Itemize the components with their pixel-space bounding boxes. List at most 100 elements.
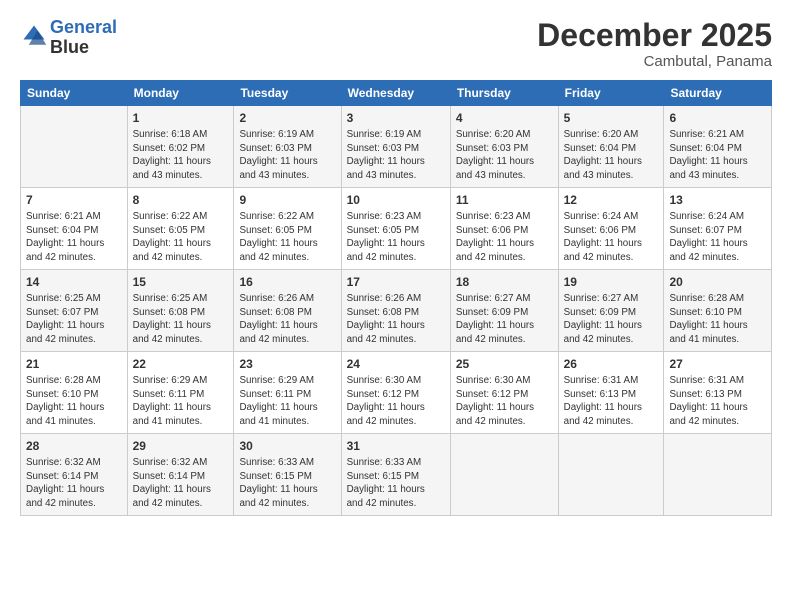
day-info: Sunrise: 6:27 AMSunset: 6:09 PMDaylight:… (456, 292, 553, 346)
day-info: Sunrise: 6:18 AMSunset: 6:02 PMDaylight:… (133, 128, 229, 182)
day-info: Sunrise: 6:24 AMSunset: 6:06 PMDaylight:… (564, 210, 659, 264)
day-info: Sunrise: 6:23 AMSunset: 6:06 PMDaylight:… (456, 210, 553, 264)
day-number: 9 (239, 192, 335, 209)
day-cell: 2Sunrise: 6:19 AMSunset: 6:03 PMDaylight… (234, 106, 341, 188)
week-row-2: 7Sunrise: 6:21 AMSunset: 6:04 PMDaylight… (21, 188, 772, 270)
header: General Blue December 2025 Cambutal, Pan… (20, 18, 772, 70)
day-info: Sunrise: 6:32 AMSunset: 6:14 PMDaylight:… (133, 456, 229, 510)
day-number: 30 (239, 438, 335, 455)
day-info: Sunrise: 6:22 AMSunset: 6:05 PMDaylight:… (133, 210, 229, 264)
day-info: Sunrise: 6:19 AMSunset: 6:03 PMDaylight:… (239, 128, 335, 182)
day-cell: 29Sunrise: 6:32 AMSunset: 6:14 PMDayligh… (127, 434, 234, 516)
day-cell (558, 434, 664, 516)
page: General Blue December 2025 Cambutal, Pan… (0, 0, 792, 612)
month-title: December 2025 (537, 18, 772, 53)
day-number: 16 (239, 274, 335, 291)
day-cell (21, 106, 128, 188)
day-cell (664, 434, 772, 516)
day-number: 8 (133, 192, 229, 209)
day-number: 28 (26, 438, 122, 455)
day-info: Sunrise: 6:31 AMSunset: 6:13 PMDaylight:… (669, 374, 766, 428)
day-info: Sunrise: 6:30 AMSunset: 6:12 PMDaylight:… (456, 374, 553, 428)
header-day-sunday: Sunday (21, 81, 128, 106)
day-number: 25 (456, 356, 553, 373)
day-cell: 28Sunrise: 6:32 AMSunset: 6:14 PMDayligh… (21, 434, 128, 516)
day-info: Sunrise: 6:29 AMSunset: 6:11 PMDaylight:… (133, 374, 229, 428)
subtitle: Cambutal, Panama (537, 53, 772, 70)
day-number: 6 (669, 110, 766, 127)
day-cell: 30Sunrise: 6:33 AMSunset: 6:15 PMDayligh… (234, 434, 341, 516)
week-row-1: 1Sunrise: 6:18 AMSunset: 6:02 PMDaylight… (21, 106, 772, 188)
day-cell: 16Sunrise: 6:26 AMSunset: 6:08 PMDayligh… (234, 270, 341, 352)
header-day-thursday: Thursday (450, 81, 558, 106)
day-cell: 5Sunrise: 6:20 AMSunset: 6:04 PMDaylight… (558, 106, 664, 188)
day-info: Sunrise: 6:28 AMSunset: 6:10 PMDaylight:… (669, 292, 766, 346)
day-cell: 31Sunrise: 6:33 AMSunset: 6:15 PMDayligh… (341, 434, 450, 516)
header-day-saturday: Saturday (664, 81, 772, 106)
day-cell: 14Sunrise: 6:25 AMSunset: 6:07 PMDayligh… (21, 270, 128, 352)
day-cell: 27Sunrise: 6:31 AMSunset: 6:13 PMDayligh… (664, 352, 772, 434)
day-number: 21 (26, 356, 122, 373)
day-cell: 26Sunrise: 6:31 AMSunset: 6:13 PMDayligh… (558, 352, 664, 434)
day-info: Sunrise: 6:27 AMSunset: 6:09 PMDaylight:… (564, 292, 659, 346)
day-number: 1 (133, 110, 229, 127)
day-cell: 17Sunrise: 6:26 AMSunset: 6:08 PMDayligh… (341, 270, 450, 352)
header-day-monday: Monday (127, 81, 234, 106)
day-number: 24 (347, 356, 445, 373)
day-info: Sunrise: 6:26 AMSunset: 6:08 PMDaylight:… (347, 292, 445, 346)
day-number: 18 (456, 274, 553, 291)
day-cell: 12Sunrise: 6:24 AMSunset: 6:06 PMDayligh… (558, 188, 664, 270)
day-info: Sunrise: 6:31 AMSunset: 6:13 PMDaylight:… (564, 374, 659, 428)
day-cell (450, 434, 558, 516)
day-info: Sunrise: 6:20 AMSunset: 6:04 PMDaylight:… (564, 128, 659, 182)
day-info: Sunrise: 6:29 AMSunset: 6:11 PMDaylight:… (239, 374, 335, 428)
day-number: 17 (347, 274, 445, 291)
day-cell: 15Sunrise: 6:25 AMSunset: 6:08 PMDayligh… (127, 270, 234, 352)
day-number: 23 (239, 356, 335, 373)
day-number: 31 (347, 438, 445, 455)
week-row-5: 28 Sunrise: 6:32 AMSunset: 6:14 PMDayligh… (21, 434, 772, 516)
day-cell: 21Sunrise: 6:28 AMSunset: 6:10 PMDayligh… (21, 352, 128, 434)
day-number: 10 (347, 192, 445, 209)
day-cell: 18Sunrise: 6:27 AMSunset: 6:09 PMDayligh… (450, 270, 558, 352)
day-number: 2 (239, 110, 335, 127)
day-info: Sunrise: 6:19 AMSunset: 6:03 PMDaylight:… (347, 128, 445, 182)
day-number: 3 (347, 110, 445, 127)
day-cell: 24Sunrise: 6:30 AMSunset: 6:12 PMDayligh… (341, 352, 450, 434)
day-info: Sunrise: 6:26 AMSunset: 6:08 PMDaylight:… (239, 292, 335, 346)
day-cell: 22Sunrise: 6:29 AMSunset: 6:11 PMDayligh… (127, 352, 234, 434)
logo: General Blue (20, 18, 117, 58)
day-number: 5 (564, 110, 659, 127)
day-number: 26 (564, 356, 659, 373)
day-info: Sunrise: 6:30 AMSunset: 6:12 PMDaylight:… (347, 374, 445, 428)
header-day-tuesday: Tuesday (234, 81, 341, 106)
header-day-wednesday: Wednesday (341, 81, 450, 106)
title-block: December 2025 Cambutal, Panama (537, 18, 772, 70)
header-row: SundayMondayTuesdayWednesdayThursdayFrid… (21, 81, 772, 106)
day-info: Sunrise: 6:23 AMSunset: 6:05 PMDaylight:… (347, 210, 445, 264)
day-number: 27 (669, 356, 766, 373)
day-cell: 6Sunrise: 6:21 AMSunset: 6:04 PMDaylight… (664, 106, 772, 188)
day-info: Sunrise: 6:21 AMSunset: 6:04 PMDaylight:… (669, 128, 766, 182)
day-number: 14 (26, 274, 122, 291)
logo-line2: Blue (50, 38, 117, 58)
day-number: 19 (564, 274, 659, 291)
day-cell: 7Sunrise: 6:21 AMSunset: 6:04 PMDaylight… (21, 188, 128, 270)
day-info: Sunrise: 6:20 AMSunset: 6:03 PMDaylight:… (456, 128, 553, 182)
day-info: Sunrise: 6:21 AMSunset: 6:04 PMDaylight:… (26, 210, 122, 264)
day-cell: 3Sunrise: 6:19 AMSunset: 6:03 PMDaylight… (341, 106, 450, 188)
day-number: 15 (133, 274, 229, 291)
logo-icon (20, 22, 48, 50)
day-info: Sunrise: 6:33 AMSunset: 6:15 PMDaylight:… (347, 456, 445, 510)
day-number: 13 (669, 192, 766, 209)
day-info: Sunrise: 6:24 AMSunset: 6:07 PMDaylight:… (669, 210, 766, 264)
day-info: Sunrise: 6:33 AMSunset: 6:15 PMDaylight:… (239, 456, 335, 510)
day-cell: 20Sunrise: 6:28 AMSunset: 6:10 PMDayligh… (664, 270, 772, 352)
day-number: 12 (564, 192, 659, 209)
day-info: Sunrise: 6:25 AMSunset: 6:08 PMDaylight:… (133, 292, 229, 346)
day-cell: 25Sunrise: 6:30 AMSunset: 6:12 PMDayligh… (450, 352, 558, 434)
day-number: 11 (456, 192, 553, 209)
day-info: Sunrise: 6:28 AMSunset: 6:10 PMDaylight:… (26, 374, 122, 428)
day-cell: 4Sunrise: 6:20 AMSunset: 6:03 PMDaylight… (450, 106, 558, 188)
logo-line1: General (50, 17, 117, 37)
